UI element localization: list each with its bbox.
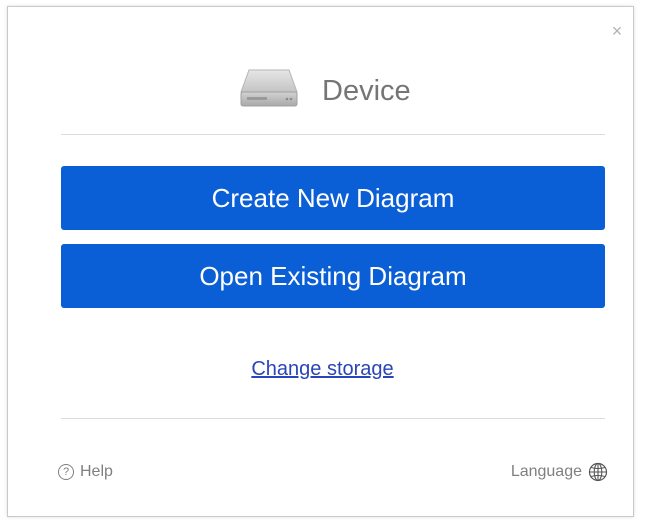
language-selector[interactable]: Language (511, 461, 608, 483)
change-storage-link[interactable]: Change storage (0, 356, 645, 382)
help-icon[interactable]: ? (58, 464, 74, 480)
create-new-diagram-button[interactable]: Create New Diagram (61, 166, 605, 230)
divider-bottom (61, 418, 605, 419)
open-existing-diagram-button[interactable]: Open Existing Diagram (61, 244, 605, 308)
hard-drive-icon (240, 69, 298, 107)
globe-icon[interactable] (588, 462, 608, 482)
divider-top (61, 134, 605, 135)
help-label[interactable]: Help (80, 463, 113, 481)
help-link[interactable]: ? Help (58, 461, 113, 483)
dialog-header: Device (0, 0, 645, 130)
language-label[interactable]: Language (511, 463, 582, 481)
storage-title: Device (322, 75, 411, 107)
